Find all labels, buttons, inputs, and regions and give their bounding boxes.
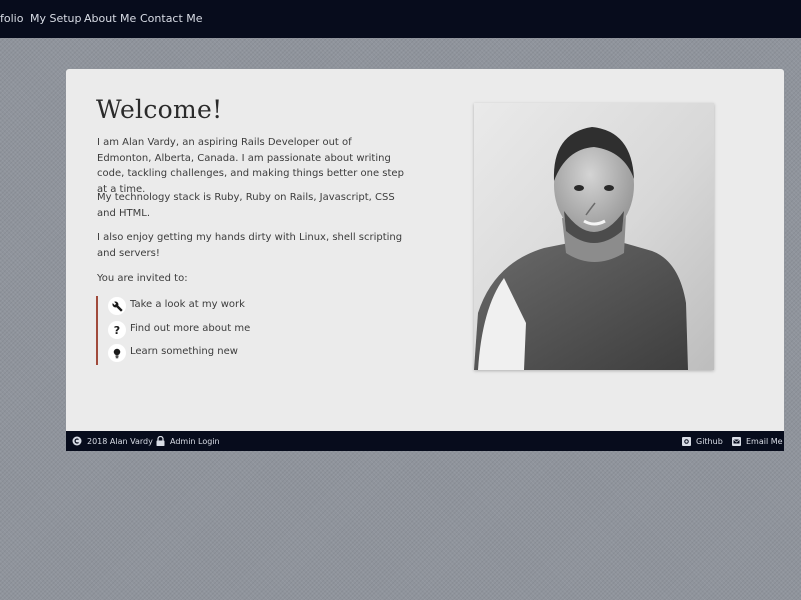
github-link[interactable]: Github (682, 431, 723, 451)
copyright: 2018 Alan Vardy (72, 431, 153, 451)
linux-paragraph: I also enjoy getting my hands dirty with… (97, 232, 403, 259)
copyright-text: 2018 Alan Vardy (87, 436, 153, 446)
admin-login-label: Admin Login (170, 436, 220, 446)
github-icon (682, 436, 691, 446)
nav-link-portfolio[interactable]: folio (0, 12, 23, 25)
nav-link-about-me[interactable]: About Me (84, 12, 136, 25)
github-label: Github (696, 436, 723, 446)
invite-label-work: Take a look at my work (130, 299, 245, 310)
welcome-card: Welcome! I am Alan Vardy, an aspiring Ra… (66, 69, 784, 431)
tech-stack-paragraph: My technology stack is Ruby, Ruby on Rai… (97, 192, 395, 219)
invite-label-about: Find out more about me (130, 323, 251, 334)
wrench-icon (108, 297, 126, 315)
footer-bar: 2018 Alan Vardy Admin Login Github Email… (66, 431, 784, 451)
lightbulb-icon (108, 344, 126, 362)
email-link[interactable]: Email Me (732, 431, 783, 451)
invite-label-learn: Learn something new (130, 346, 238, 357)
intro-paragraph: I am Alan Vardy, an aspiring Rails Devel… (97, 137, 404, 195)
envelope-icon (732, 436, 741, 446)
invite-list: Take a look at my work ? Find out more a… (96, 296, 398, 365)
invited-paragraph: You are invited to: (97, 273, 188, 284)
profile-photo (474, 103, 714, 370)
admin-login-link[interactable]: Admin Login (156, 431, 220, 451)
page-title: Welcome! (96, 95, 223, 124)
nav-link-contact-me[interactable]: Contact Me (140, 12, 203, 25)
copyright-icon (72, 436, 82, 446)
top-navbar: folio My Setup About Me Contact Me (0, 0, 801, 38)
question-icon: ? (108, 321, 126, 339)
nav-link-my-setup[interactable]: My Setup (30, 12, 82, 25)
lock-icon (156, 436, 165, 446)
email-label: Email Me (746, 436, 783, 446)
